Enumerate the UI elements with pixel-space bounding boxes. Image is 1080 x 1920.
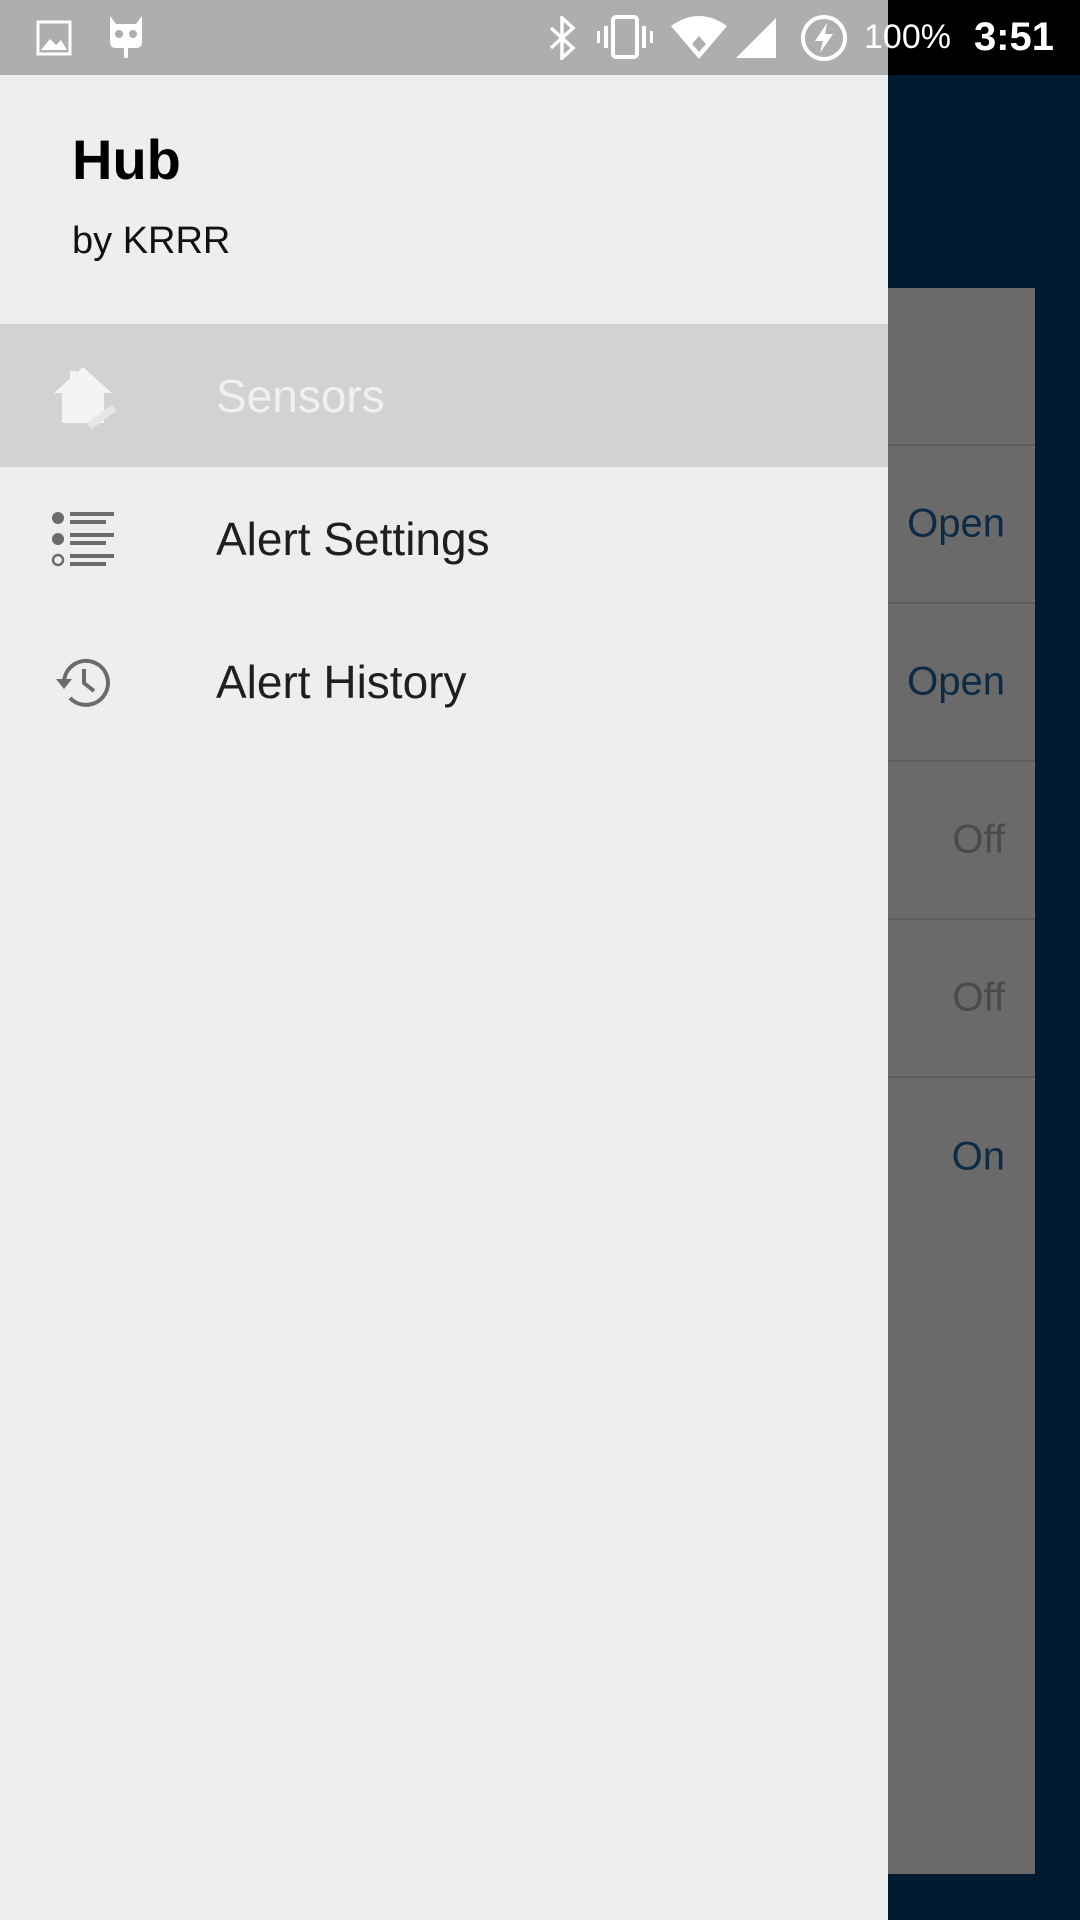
clock: 3:51 — [973, 15, 1054, 59]
nav-item-label: Alert Settings — [216, 512, 490, 565]
nav-item-label: Sensors — [216, 369, 385, 422]
nav-item-alert-settings[interactable]: Alert Settings — [0, 467, 888, 610]
signal-icon — [736, 18, 776, 58]
sensor-state: On — [951, 1134, 1005, 1179]
vibrate-icon — [597, 15, 653, 59]
nav-item-alert-history[interactable]: Alert History — [0, 610, 888, 753]
battery-percent: 100% — [864, 18, 951, 56]
sensor-state: Open — [907, 501, 1005, 546]
home-icon — [54, 366, 116, 429]
wifi-icon — [671, 16, 727, 59]
sensor-state: Off — [952, 975, 1005, 1020]
cyanogen-icon — [110, 16, 142, 58]
battery-charging-icon — [801, 15, 847, 61]
sensor-state: Off — [952, 817, 1005, 862]
app-title: Hub — [72, 128, 181, 191]
image-icon — [36, 20, 72, 56]
list-icon — [51, 511, 114, 566]
nav-item-sensors[interactable]: Sensors — [0, 324, 888, 467]
bluetooth-icon — [549, 16, 576, 60]
app-subtitle: by KRRR — [72, 220, 231, 262]
sensor-state: Open — [907, 659, 1005, 704]
history-icon — [56, 658, 110, 707]
nav-item-label: Alert History — [216, 655, 467, 708]
drawer-header: Hub by KRRR — [0, 75, 888, 324]
navigation-drawer: Hub by KRRR Sensors Alert Settings Alert… — [0, 75, 888, 1920]
status-bar: 100% 3:51 — [0, 0, 1080, 75]
